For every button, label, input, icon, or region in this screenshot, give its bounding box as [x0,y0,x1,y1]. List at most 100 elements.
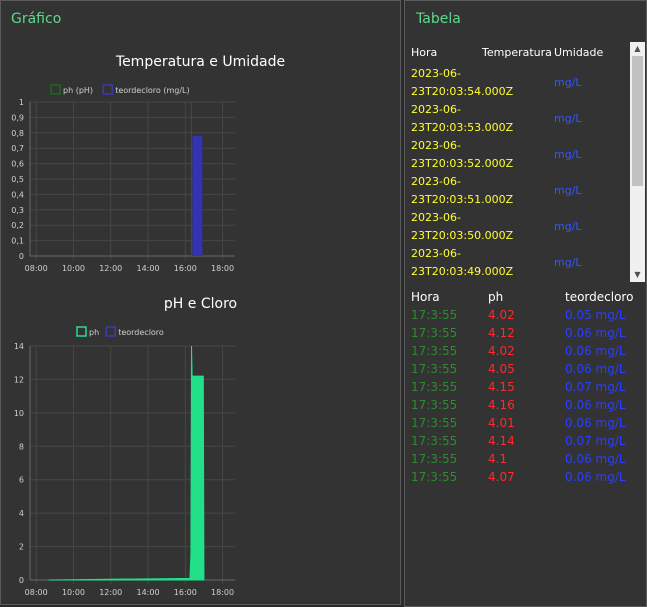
table2-cell-hora: 17:3:55 [411,398,458,412]
table2-row: 17:3:55 4.15 0.07 mg/L [411,378,643,396]
y-tick-label: 4 [19,509,24,518]
y-tick-label: 0,5 [11,175,24,184]
table2-cell-teordecloro: 0.06 mg/L [565,344,626,358]
table2-cell-ph: 4.15 [488,380,515,394]
table1-row: 2023-06-23T20:03:52.000Z mg/L [411,137,631,173]
table1-header-hora: Hora [411,46,438,59]
table2-cell-hora: 17:3:55 [411,452,458,466]
table1-cell-umidade: mg/L [554,184,582,197]
table1-scrollbar[interactable]: ▲ ▼ [630,42,645,282]
x-tick-label: 16:00 [174,588,197,597]
table2-cell-ph: 4.14 [488,434,515,448]
table1-cell-umidade: mg/L [554,256,582,269]
x-tick-label: 08:00 [25,264,48,273]
table-panel: Tabela Hora Temperatura Umidade 2023-06-… [404,0,647,607]
y-tick-label: 0 [19,576,24,585]
table2-row: 17:3:55 4.14 0.07 mg/L [411,432,643,450]
table2-row: 17:3:55 4.07 0.06 mg/L [411,468,643,486]
x-tick-label: 10:00 [62,588,85,597]
table1-cell-hora: 2023-06-23T20:03:54.000Z [411,67,514,98]
table1-cell-umidade: mg/L [554,112,582,125]
table2-cell-ph: 4.02 [488,308,515,322]
chart-panel-title: Gráfico [11,11,62,27]
legend-swatch [105,326,116,337]
y-tick-label: 0,8 [11,129,24,138]
chart-panel: Gráfico Temperatura e Umidade ph (pH) teo… [0,0,401,605]
table2-cell-teordecloro: 0.06 mg/L [565,470,626,484]
legend-swatch [76,326,87,337]
table2-cell-teordecloro: 0.06 mg/L [565,326,626,340]
legend-swatch [102,84,113,95]
table1-cell-hora: 2023-06-23T20:03:53.000Z [411,103,514,134]
table1-cell-umidade: mg/L [554,148,582,161]
x-tick-label: 16:00 [174,264,197,273]
table2-row: 17:3:55 4.1 0.06 mg/L [411,450,643,468]
y-tick-label: 14 [14,342,24,351]
y-tick-label: 0,4 [11,190,24,199]
table1-row: 2023-06-23T20:03:51.000Z mg/L [411,173,631,209]
table2-row: 17:3:55 4.01 0.06 mg/L [411,414,643,432]
chart1-title: Temperatura e Umidade [115,54,286,70]
scroll-up-icon[interactable]: ▲ [630,43,645,55]
table2-row: 17:3:55 4.12 0.06 mg/L [411,324,643,342]
table2-cell-teordecloro: 0.07 mg/L [565,434,626,448]
x-tick-label: 08:00 [25,588,48,597]
y-tick-label: 0,3 [11,206,24,215]
table2-cell-teordecloro: 0.06 mg/L [565,452,626,466]
chart2-title: pH e Cloro [163,296,238,312]
table2-cell-hora: 17:3:55 [411,344,458,358]
y-tick-label: 0 [19,252,24,261]
table2-cell-ph: 4.05 [488,362,515,376]
x-tick-label: 12:00 [99,264,122,273]
table2-cell-hora: 17:3:55 [411,434,458,448]
x-tick-label: 18:00 [211,264,234,273]
table1-cell-umidade: mg/L [554,220,582,233]
y-tick-label: 12 [14,375,24,384]
table1-row: 2023-06-23T20:03:54.000Z mg/L [411,65,631,101]
ph-area [48,345,205,581]
table2-header-ph: ph [488,290,504,304]
y-tick-label: 8 [19,442,24,451]
table2-cell-hora: 17:3:55 [411,308,458,322]
chart1-temperatura-umidade: ph (pH) teordecloro (mg/L) 1 0,9 0,8 0,7 0,6 0,… [11,84,235,273]
table1-cell-umidade: mg/L [554,76,582,89]
y-tick-label: 0,9 [11,113,24,122]
x-tick-label: 12:00 [99,588,122,597]
table2-row: 17:3:55 4.02 0.06 mg/L [411,342,643,360]
table2-header-teordecloro: teordecloro [565,290,634,304]
table1-cell-hora: 2023-06-23T20:03:52.000Z [411,139,514,170]
table2-cell-ph: 4.16 [488,398,515,412]
x-tick-label: 10:00 [62,264,85,273]
table2-cell-ph: 4.1 [488,452,508,466]
y-tick-label: 6 [19,476,24,485]
table2-row: 17:3:55 4.16 0.06 mg/L [411,396,643,414]
y-tick-label: 0,2 [11,221,24,230]
table2-cell-teordecloro: 0.05 mg/L [565,308,626,322]
table2-cell-ph: 4.01 [488,416,515,430]
table1-header-temperatura: Temperatura [482,46,552,59]
table2-cell-teordecloro: 0.06 mg/L [565,416,626,430]
legend-label: teordecloro [118,328,164,337]
table2-cell-hora: 17:3:55 [411,470,458,484]
x-tick-label: 18:00 [211,588,234,597]
y-tick-label: 0,1 [11,237,24,246]
table1-cell-hora: 2023-06-23T20:03:50.000Z [411,211,514,242]
table2-cell-ph: 4.12 [488,326,515,340]
table-panel-title: Tabela [416,11,461,27]
table1-cell-hora: 2023-06-23T20:03:51.000Z [411,175,514,206]
table1-cell-hora: 2023-06-23T20:03:49.000Z [411,247,514,278]
table1-row: 2023-06-23T20:03:49.000Z mg/L [411,245,631,281]
y-tick-label: 0,6 [11,160,24,169]
scroll-thumb[interactable] [632,56,643,186]
table2-header-hora: Hora [411,290,440,304]
readings-table-2: Hora ph teordecloro 17:3:55 4.02 0.05 mg/L… [411,288,643,486]
scroll-down-icon[interactable]: ▼ [630,269,645,281]
x-tick-label: 14:00 [136,588,159,597]
legend-label: ph [89,328,99,337]
y-tick-label: 2 [19,543,24,552]
table1-row: 2023-06-23T20:03:50.000Z mg/L [411,209,631,245]
y-tick-label: 0,7 [11,144,24,153]
table2-cell-ph: 4.02 [488,344,515,358]
legend-label: teordecloro (mg/L) [115,86,189,95]
teordecloro-bar [192,135,203,256]
